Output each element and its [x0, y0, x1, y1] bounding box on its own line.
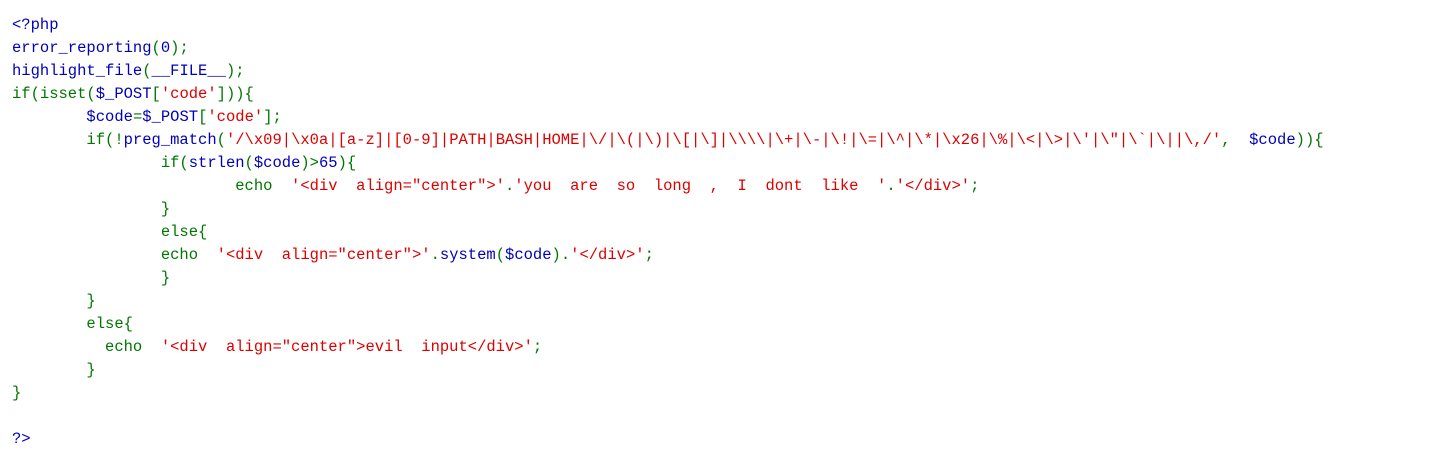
code-token-keyword: else{: [12, 223, 208, 241]
code-token-keyword: [: [151, 85, 161, 103]
code-token-string: '/\x09|\x0a|[a-z]|[0-9]|PATH|BASH|HOME|\…: [225, 131, 1222, 149]
code-token-string: '<div align="center">': [216, 246, 431, 264]
code-token-string: 'code': [160, 85, 217, 103]
code-token-string: '</div>': [570, 246, 645, 264]
code-token-string: '<div align="center">evil input</div>': [160, 338, 533, 356]
code-token-default: $code: [86, 108, 133, 126]
code-token-keyword: ;: [532, 338, 543, 356]
code-line: if(!preg_match('/\x09|\x0a|[a-z]|[0-9]|P…: [12, 129, 1324, 152]
code-token-string: '</div>': [895, 177, 971, 195]
code-token-default: strlen: [188, 154, 245, 172]
code-token-keyword: echo: [12, 246, 217, 264]
code-token-keyword: if(!: [12, 131, 124, 149]
code-line: }: [12, 290, 1324, 313]
code-token-default: preg_match: [123, 131, 217, 149]
code-line: echo '<div align="center">'.system($code…: [12, 244, 1324, 267]
code-token-keyword: );: [225, 62, 245, 80]
code-token-keyword: if(: [12, 154, 189, 172]
code-token-keyword: ){: [337, 154, 357, 172]
code-token-keyword: }: [12, 200, 171, 218]
code-line: else{: [12, 313, 1324, 336]
code-line: echo '<div align="center">'.'you are so …: [12, 175, 1324, 198]
code-token-default: 65: [318, 154, 338, 172]
code-token-keyword: ,: [1221, 131, 1250, 149]
code-token-keyword: ;: [644, 246, 654, 264]
code-token-keyword: .: [504, 177, 515, 195]
code-line: if(isset($_POST['code'])){: [12, 83, 1324, 106]
code-line: $code=$_POST['code'];: [12, 106, 1324, 129]
code-token-keyword: if(isset(: [12, 85, 96, 103]
code-token-default: system: [439, 246, 496, 264]
code-token-keyword: (: [151, 39, 161, 57]
code-token-string: 'code': [207, 108, 264, 126]
code-token-default: highlight_file: [12, 62, 143, 80]
code-token-default: 0: [160, 39, 171, 57]
code-line: if(strlen($code)>65){: [12, 152, 1324, 175]
code-token-keyword: ;: [970, 177, 980, 195]
code-line: <?php: [12, 14, 1324, 37]
code-token-keyword: }: [12, 361, 96, 379]
code-token-keyword: .: [430, 246, 440, 264]
code-token-keyword: ])){: [216, 85, 254, 103]
code-token-keyword: [: [198, 108, 208, 126]
code-line: highlight_file(__FILE__);: [12, 60, 1324, 83]
code-line: else{: [12, 221, 1324, 244]
code-token-keyword: .: [886, 177, 896, 195]
code-token-keyword: );: [170, 39, 189, 57]
code-line: }: [12, 198, 1324, 221]
code-token-keyword: =: [132, 108, 143, 126]
code-token-keyword: )){: [1295, 131, 1324, 149]
code-token-default: $_POST: [95, 85, 152, 103]
code-token-default: $_POST: [142, 108, 199, 126]
code-token-keyword: (: [142, 62, 152, 80]
code-token-keyword: (: [244, 154, 254, 172]
code-line: }: [12, 382, 1324, 405]
code-token-keyword: else{: [12, 315, 133, 333]
code-token-string: 'you are so long , I dont like ': [514, 177, 887, 195]
code-line: }: [12, 359, 1324, 382]
code-token-keyword: }: [12, 269, 171, 287]
code-line: error_reporting(0);: [12, 37, 1324, 60]
code-token-default: $code: [253, 154, 301, 172]
php-source-code: <?php error_reporting(0); highlight_file(_…: [12, 14, 1324, 451]
code-token-default: $code: [505, 246, 552, 264]
code-line: }: [12, 267, 1324, 290]
code-token-string: '<div align="center">': [291, 177, 505, 195]
code-token-keyword: echo: [12, 177, 292, 195]
code-token-keyword: [12, 108, 86, 126]
code-token-keyword: (: [216, 131, 226, 149]
code-token-default: __FILE__: [151, 62, 226, 80]
code-token-default: $code: [1249, 131, 1296, 149]
code-token-default: <?php: [12, 16, 59, 34]
code-token-keyword: echo: [12, 338, 161, 356]
code-token-keyword: }: [12, 292, 96, 310]
code-token-default: ?>: [12, 430, 31, 448]
code-token-keyword: )>: [300, 154, 319, 172]
code-token-keyword: (: [495, 246, 506, 264]
code-token-keyword: }: [12, 384, 22, 402]
code-token-default: error_reporting: [12, 39, 152, 57]
code-line: ?>: [12, 428, 1324, 451]
code-token-keyword: ).: [551, 246, 571, 264]
code-line: echo '<div align="center">evil input</di…: [12, 336, 1324, 359]
code-token-keyword: ];: [263, 108, 282, 126]
